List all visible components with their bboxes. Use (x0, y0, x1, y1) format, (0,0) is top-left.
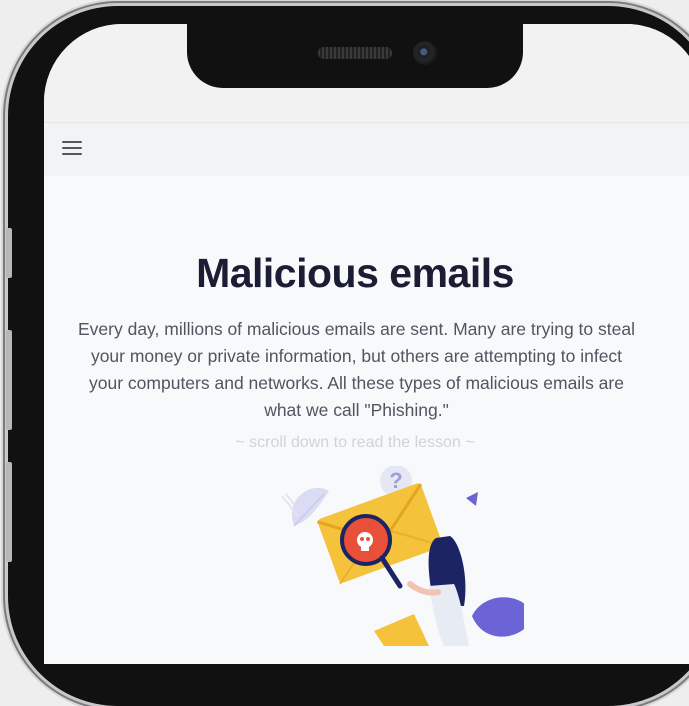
svg-text:?: ? (389, 468, 402, 493)
scroll-hint: ~ scroll down to read the lesson ~ (235, 434, 475, 451)
triangle-accent (466, 492, 478, 506)
lesson-content: Malicious emails Every day, millions of … (44, 176, 689, 664)
leaf-icon (472, 597, 524, 637)
page-title: Malicious emails (196, 250, 514, 296)
hamburger-menu-icon[interactable] (62, 141, 82, 157)
envelope-icon (374, 614, 429, 646)
lesson-intro: Every day, millions of malicious emails … (78, 319, 635, 420)
phone-screen: Malicious emails Every day, millions of … (44, 24, 689, 664)
phone-side-button-volume-up (6, 330, 12, 430)
camera-icon (413, 41, 437, 65)
speaker-grille (318, 47, 392, 59)
phone-side-button-volume-down (6, 462, 12, 562)
phone-notch (187, 24, 523, 88)
top-navbar (44, 122, 689, 177)
phishing-illustration: ? (281, 466, 524, 646)
phone-side-button-mute (6, 228, 12, 278)
